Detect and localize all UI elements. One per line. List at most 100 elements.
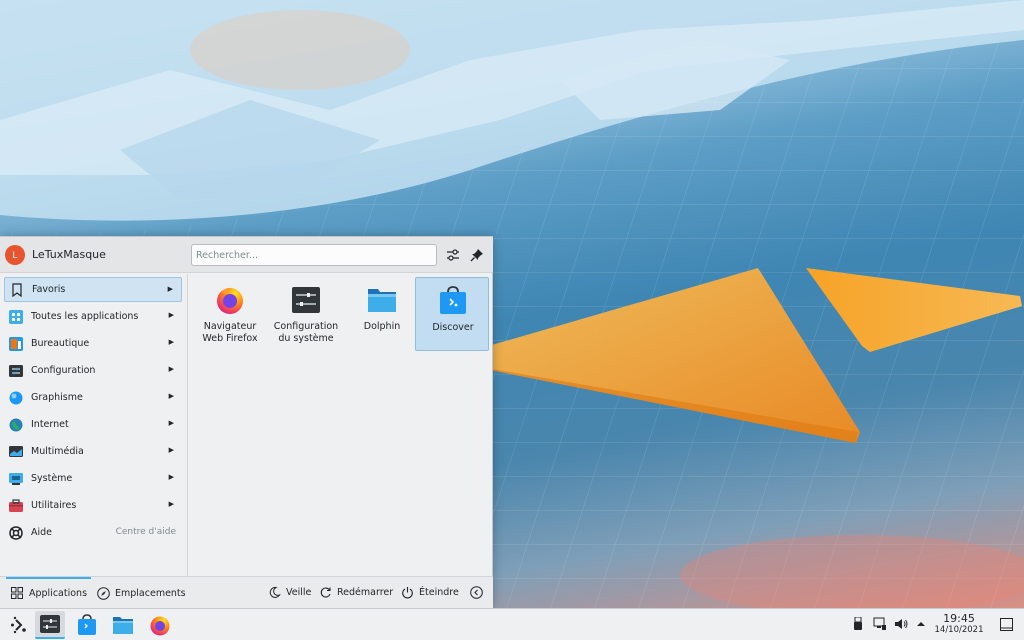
discover-icon <box>78 614 96 635</box>
kde-launcher-icon <box>11 616 26 634</box>
network-icon[interactable] <box>873 617 887 631</box>
bookmark-icon <box>10 282 24 297</box>
menu-header: L LeTuxMasque <box>0 237 493 273</box>
pin-icon <box>470 249 483 262</box>
firefox-icon <box>150 616 170 636</box>
power-icon <box>401 586 414 599</box>
show-desktop-button[interactable] <box>999 617 1013 631</box>
sleep-button[interactable]: Veille <box>268 586 311 599</box>
user-avatar[interactable]: L <box>5 245 25 265</box>
task-dolphin[interactable] <box>108 611 138 639</box>
show-hidden-icons-button[interactable] <box>914 617 928 631</box>
category-label: Toutes les applications <box>31 311 139 322</box>
app-tile-firefox[interactable]: Navigateur Web Firefox <box>193 277 267 351</box>
utilities-icon <box>9 498 23 513</box>
chevron-right-icon: ▶ <box>168 338 174 346</box>
moon-icon <box>268 586 281 599</box>
shutdown-label: Éteindre <box>419 587 459 598</box>
restart-label: Redémarrer <box>337 587 394 598</box>
menu-footer: Applications Emplacements Veille Redémar… <box>0 576 493 609</box>
category-label: Bureautique <box>31 338 90 349</box>
application-launcher-button[interactable] <box>4 611 34 639</box>
chevron-right-icon: ▶ <box>168 446 174 454</box>
system-settings-icon <box>40 615 60 633</box>
chevron-right-icon: ▶ <box>168 365 174 373</box>
category-bureautique[interactable]: Bureautique ▶ <box>4 331 182 356</box>
category-label: Internet <box>31 419 69 430</box>
task-discover[interactable] <box>72 611 102 639</box>
chevron-right-icon: ▶ <box>168 419 174 427</box>
category-internet[interactable]: Internet ▶ <box>4 412 182 437</box>
pin-button[interactable] <box>468 246 486 264</box>
category-multimedia[interactable]: Multimédia ▶ <box>4 439 182 464</box>
chevron-up-icon <box>917 622 925 626</box>
chevron-right-icon: ▶ <box>168 392 174 400</box>
app-name: Dolphin <box>363 321 401 332</box>
settings-icon <box>9 364 23 378</box>
search-input[interactable] <box>191 244 437 266</box>
category-label: Système <box>31 473 73 484</box>
category-utilitaires[interactable]: Utilitaires ▶ <box>4 493 182 518</box>
category-toutes-applications[interactable]: Toutes les applications ▶ <box>4 304 182 329</box>
chevron-right-icon: ▶ <box>168 500 174 508</box>
grid-apps-icon <box>9 309 23 324</box>
category-label: Multimédia <box>31 446 84 457</box>
discover-icon <box>440 286 466 314</box>
app-name: Discover <box>432 322 474 333</box>
chevron-left-circle-icon <box>470 586 483 599</box>
chevron-right-icon: ▶ <box>168 311 174 319</box>
clock-time: 19:45 <box>943 612 975 625</box>
category-aide[interactable]: Aide Centre d'aide <box>4 520 182 545</box>
sliders-icon <box>447 249 459 261</box>
task-system-settings[interactable] <box>35 611 65 639</box>
office-icon <box>9 336 23 351</box>
usb-device-icon[interactable] <box>851 617 865 631</box>
more-actions-button[interactable] <box>470 586 488 599</box>
tab-label: Applications <box>29 587 88 599</box>
show-desktop-icon <box>999 617 1013 631</box>
favorites-grid: Navigateur Web Firefox Configuration du sy… <box>190 274 492 576</box>
clock-date: 14/10/2021 <box>934 625 984 635</box>
category-graphisme[interactable]: Graphisme ▶ <box>4 385 182 410</box>
app-tile-system-settings[interactable]: Configuration du système <box>269 277 343 351</box>
active-tab-indicator <box>6 577 91 579</box>
task-firefox[interactable] <box>145 611 175 639</box>
tab-places[interactable]: Emplacements <box>96 586 186 600</box>
sleep-label: Veille <box>286 587 312 598</box>
folder-icon <box>368 289 396 312</box>
tab-applications[interactable]: Applications <box>10 586 87 600</box>
category-label: Aide <box>31 527 53 538</box>
folder-icon <box>113 617 133 634</box>
category-label: Utilitaires <box>31 500 77 511</box>
category-configuration[interactable]: Configuration ▶ <box>4 358 182 383</box>
category-systeme[interactable]: Système ▶ <box>4 466 182 491</box>
restart-icon <box>319 586 332 599</box>
digital-clock[interactable]: 19:45 14/10/2021 <box>930 612 988 636</box>
graphics-icon <box>9 391 23 405</box>
shutdown-button[interactable]: Éteindre <box>401 586 459 599</box>
multimedia-icon <box>9 445 23 459</box>
taskbar: 19:45 14/10/2021 <box>0 608 1024 640</box>
chevron-right-icon: ▶ <box>168 473 174 481</box>
user-name: LeTuxMasque <box>32 248 106 261</box>
help-center-label: Centre d'aide <box>115 527 176 537</box>
category-label: Favoris <box>32 284 66 295</box>
application-launcher-menu: L LeTuxMasque Favoris ▶ <box>0 236 493 609</box>
app-tile-discover[interactable]: Discover <box>415 277 489 351</box>
internet-icon <box>9 418 23 432</box>
category-favoris[interactable]: Favoris ▶ <box>4 277 182 302</box>
restart-button[interactable]: Redémarrer <box>319 586 393 599</box>
configure-button[interactable] <box>444 246 462 264</box>
category-label: Graphisme <box>31 392 83 403</box>
grid-icon <box>10 586 24 600</box>
volume-icon[interactable] <box>894 617 908 631</box>
app-tile-dolphin[interactable]: Dolphin <box>345 277 419 351</box>
category-label: Configuration <box>31 365 96 376</box>
compass-icon <box>96 586 110 600</box>
app-name: Configuration du système <box>273 321 339 344</box>
category-sidebar: Favoris ▶ Toutes les applications ▶ Bure… <box>0 274 188 576</box>
chevron-right-icon: ▶ <box>167 285 173 293</box>
system-settings-icon <box>292 287 320 313</box>
system-icon <box>9 472 23 486</box>
firefox-icon <box>217 287 243 314</box>
